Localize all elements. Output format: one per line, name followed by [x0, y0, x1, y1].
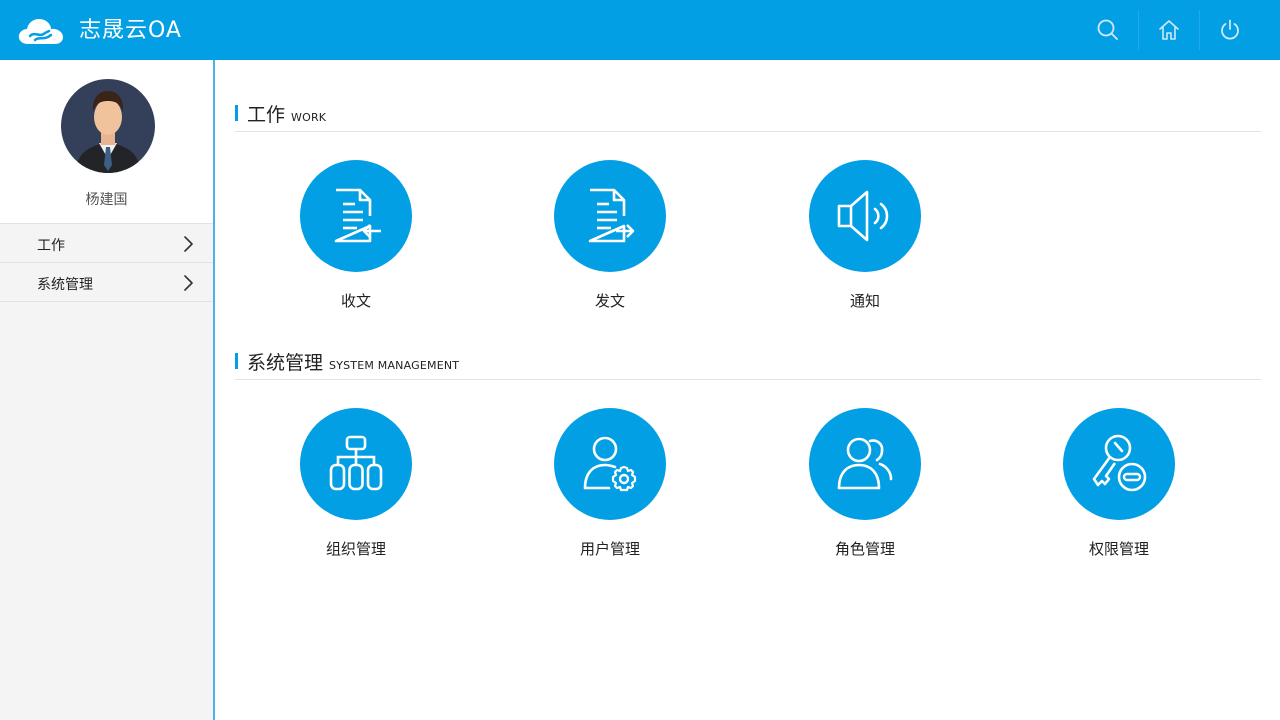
- tile-icon-circle: [1063, 408, 1175, 520]
- section-title-text: 系统管理: [247, 352, 324, 374]
- section-title: 系统管理 SYSTEM MANAGEMENT: [247, 348, 459, 375]
- tile-label: 角色管理: [834, 540, 895, 558]
- tile-incoming-document[interactable]: 收文: [286, 160, 426, 311]
- tile-organization-management[interactable]: 组织管理: [286, 408, 426, 559]
- search-icon: [1097, 19, 1118, 40]
- tile-icon-circle: [809, 408, 921, 520]
- home-icon: [1159, 20, 1179, 40]
- section-accent-bar: [235, 353, 238, 369]
- header-actions: [1078, 10, 1260, 50]
- tile-icon-circle: [554, 160, 666, 272]
- tile-icon-circle: [300, 160, 412, 272]
- sidebar-item-label: 工作: [37, 238, 65, 254]
- section-header-system-management: 系统管理 SYSTEM MANAGEMENT: [235, 352, 1261, 380]
- tile-permission-management[interactable]: 权限管理: [1049, 408, 1189, 559]
- sidebar-item-label: 系统管理: [37, 277, 93, 293]
- tile-notice[interactable]: 通知: [795, 160, 935, 311]
- tile-label: 组织管理: [325, 540, 386, 558]
- section-title-text: 工作: [247, 104, 286, 126]
- sidebar-item-work[interactable]: 工作: [0, 224, 213, 263]
- tile-user-management[interactable]: 用户管理: [540, 408, 680, 559]
- tile-label: 权限管理: [1088, 540, 1149, 558]
- key-permission-icon: [1092, 434, 1147, 492]
- sidebar: 杨建国 工作 系统管理: [0, 60, 215, 720]
- chevron-right-icon: [184, 275, 193, 291]
- sidebar-item-system-management[interactable]: 系统管理: [0, 263, 213, 302]
- tile-icon-circle: [809, 160, 921, 272]
- document-receive-icon: [334, 188, 381, 243]
- tile-label: 用户管理: [579, 540, 640, 558]
- document-send-icon: [588, 188, 635, 243]
- users-group-icon: [837, 437, 893, 490]
- chevron-right-icon: [184, 236, 193, 252]
- user-profile: 杨建国: [0, 60, 213, 224]
- section-subtitle: SYSTEM MANAGEMENT: [329, 359, 460, 372]
- user-avatar-icon: [61, 79, 155, 173]
- search-button[interactable]: [1078, 10, 1138, 50]
- cloud-logo-icon: [18, 19, 63, 44]
- tile-icon-circle: [554, 408, 666, 520]
- tile-label: 发文: [594, 292, 625, 310]
- section-accent-bar: [235, 105, 238, 121]
- section-title: 工作 WORK: [247, 100, 326, 127]
- tile-icon-circle: [300, 408, 412, 520]
- org-chart-icon: [329, 435, 383, 491]
- app-title: 志晟云OA: [79, 18, 182, 43]
- power-button[interactable]: [1200, 10, 1260, 50]
- tile-outgoing-document[interactable]: 发文: [540, 160, 680, 311]
- top-header: 志晟云OA: [0, 0, 1280, 60]
- section-header-work: 工作 WORK: [235, 104, 1261, 132]
- user-name: 杨建国: [85, 192, 128, 208]
- speaker-icon: [837, 190, 889, 242]
- home-button[interactable]: [1139, 10, 1199, 50]
- tile-role-management[interactable]: 角色管理: [795, 408, 935, 559]
- section-subtitle: WORK: [291, 111, 327, 124]
- avatar[interactable]: [61, 79, 155, 173]
- tile-label: 收文: [340, 292, 371, 310]
- power-icon: [1221, 19, 1239, 40]
- tile-label: 通知: [849, 292, 880, 310]
- user-settings-icon: [583, 436, 637, 492]
